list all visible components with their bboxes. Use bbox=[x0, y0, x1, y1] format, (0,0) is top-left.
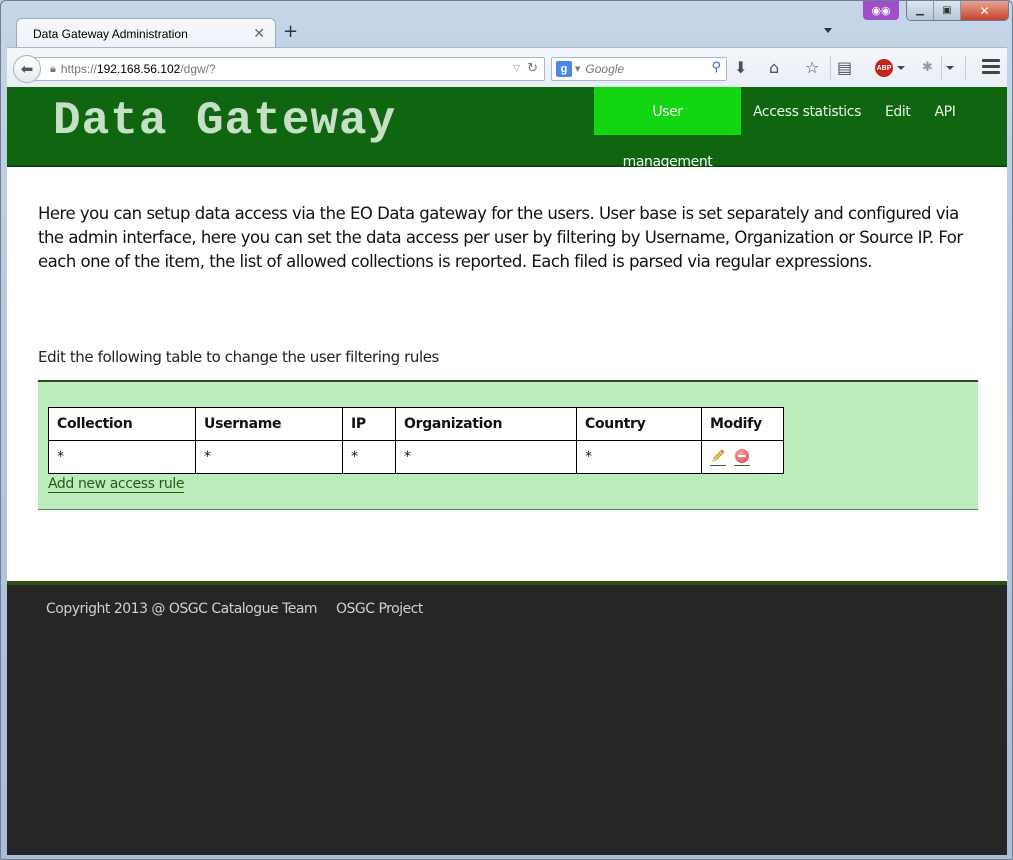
adblock-plus-icon[interactable]: ABP bbox=[875, 59, 893, 77]
browser-toolbar: 🔒︎ https://192.168.56.102/dgw/? ▽ ↻ ⬅ g … bbox=[7, 47, 1007, 87]
rules-panel: Collection Username IP Organization Coun… bbox=[38, 380, 978, 510]
url-host: 192.168.56.102 bbox=[96, 62, 181, 76]
column-header-modify: Modify bbox=[701, 407, 784, 441]
site-title: Data Gateway bbox=[53, 95, 397, 147]
tab-strip: Data Gateway Administration ✕ + ◉◉ ▁ ▣ ✕ bbox=[1, 1, 1013, 48]
cell-country[interactable]: * bbox=[576, 440, 702, 474]
tab-title: Data Gateway Administration bbox=[33, 26, 188, 41]
column-header-username: Username bbox=[195, 407, 343, 441]
toolbar-separator bbox=[830, 56, 831, 80]
page-viewport: Data Gateway User management Access stat… bbox=[7, 87, 1007, 855]
nav-access-statistics[interactable]: Access statistics bbox=[741, 87, 873, 135]
maximize-button[interactable]: ▣ bbox=[934, 1, 961, 20]
url-scheme: https:// bbox=[60, 62, 97, 76]
reading-list-icon[interactable]: ▤ bbox=[837, 58, 852, 78]
minimize-button[interactable]: ▁ bbox=[907, 1, 934, 20]
edit-rule-button[interactable] bbox=[710, 448, 726, 466]
new-tab-button[interactable]: + bbox=[283, 21, 298, 42]
site-header: Data Gateway User management Access stat… bbox=[7, 87, 1007, 170]
hamburger-menu-icon[interactable] bbox=[982, 59, 1000, 77]
cell-organization[interactable]: * bbox=[395, 440, 577, 474]
history-dropdown-icon[interactable]: ▽ bbox=[513, 64, 520, 74]
home-icon[interactable]: ⌂ bbox=[769, 58, 779, 78]
private-browsing-mask-icon: ◉◉ bbox=[863, 1, 899, 20]
addon-bug-icon[interactable]: ✱ bbox=[922, 58, 933, 78]
toolbar-separator bbox=[965, 56, 966, 80]
back-arrow-icon: ⬅ bbox=[20, 60, 34, 78]
tab-list-dropdown-icon[interactable] bbox=[824, 28, 832, 33]
adblock-dropdown-icon[interactable] bbox=[897, 66, 905, 70]
edit-pencil-icon bbox=[712, 449, 725, 462]
bookmark-star-icon[interactable]: ☆ bbox=[805, 58, 819, 78]
column-header-organization: Organization bbox=[395, 407, 577, 441]
rules-table: Collection Username IP Organization Coun… bbox=[48, 407, 784, 474]
reload-icon[interactable]: ↻ bbox=[527, 61, 538, 76]
cell-username[interactable]: * bbox=[195, 440, 343, 474]
nav-api[interactable]: API bbox=[923, 87, 968, 135]
browser-tab[interactable]: Data Gateway Administration ✕ bbox=[16, 18, 276, 48]
lock-icon: 🔒︎ bbox=[50, 62, 56, 75]
osgc-project-link[interactable]: OSGC Project bbox=[336, 601, 423, 617]
addon-dropdown-icon[interactable] bbox=[946, 66, 954, 70]
engine-dropdown-icon[interactable]: ▼ bbox=[575, 65, 580, 73]
column-header-ip: IP bbox=[342, 407, 396, 441]
cell-collection[interactable]: * bbox=[48, 440, 196, 474]
main-nav: User management Access statistics Edit A… bbox=[594, 87, 968, 170]
nav-edit[interactable]: Edit bbox=[873, 87, 923, 135]
url-bar[interactable]: 🔒︎ https://192.168.56.102/dgw/? ▽ ↻ bbox=[27, 57, 545, 81]
remove-icon bbox=[735, 449, 750, 463]
table-header-row: Collection Username IP Organization Coun… bbox=[48, 407, 784, 441]
column-header-collection: Collection bbox=[48, 407, 196, 441]
close-window-button[interactable]: ✕ bbox=[961, 1, 1008, 20]
window-controls: ▁ ▣ ✕ bbox=[906, 1, 1009, 21]
url-path: /dgw/? bbox=[180, 62, 216, 76]
table-row: * * * * * bbox=[48, 440, 784, 474]
cell-ip[interactable]: * bbox=[342, 440, 396, 474]
search-icon[interactable]: ⚲ bbox=[711, 60, 721, 75]
back-button[interactable]: ⬅ bbox=[13, 55, 41, 83]
delete-rule-button[interactable] bbox=[734, 448, 751, 466]
google-engine-icon[interactable]: g bbox=[556, 61, 572, 77]
search-bar[interactable]: g ▼ ⚲ bbox=[551, 57, 727, 81]
cell-modify bbox=[701, 440, 784, 474]
intro-text: Here you can setup data access via the E… bbox=[38, 204, 963, 271]
downloads-icon[interactable]: ⬇ bbox=[734, 58, 747, 78]
url-text[interactable]: https://192.168.56.102/dgw/? bbox=[61, 62, 216, 76]
table-caption: Edit the following table to change the u… bbox=[38, 348, 439, 366]
toolbar-separator bbox=[941, 56, 942, 80]
site-footer: Copyright 2013 @ OSGC Catalogue Team OSG… bbox=[7, 581, 1007, 855]
search-input[interactable] bbox=[585, 62, 706, 76]
close-tab-icon[interactable]: ✕ bbox=[253, 26, 265, 42]
nav-user-management[interactable]: User management bbox=[594, 87, 741, 170]
browser-window: Data Gateway Administration ✕ + ◉◉ ▁ ▣ ✕… bbox=[0, 0, 1013, 860]
add-access-rule-link[interactable]: Add new access rule bbox=[48, 476, 185, 493]
column-header-country: Country bbox=[576, 407, 702, 441]
copyright-text: Copyright 2013 @ OSGC Catalogue Team bbox=[46, 601, 318, 617]
